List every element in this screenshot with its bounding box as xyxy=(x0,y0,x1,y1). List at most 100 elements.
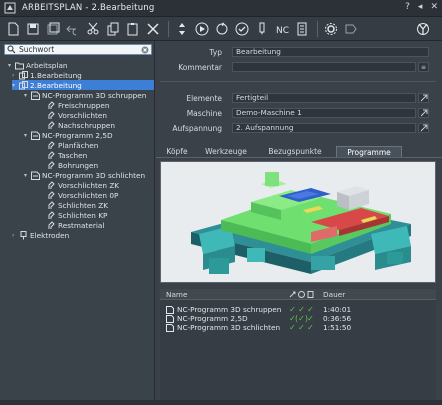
tree-node[interactable]: ▾ 2.Bearbeitung xyxy=(12,80,154,90)
tree-node[interactable]: Vorschlichten xyxy=(40,110,107,120)
tree-node[interactable]: › 1.Bearbeitung xyxy=(12,70,82,80)
program-name-cell: NC-Programm 2,5D xyxy=(160,314,288,323)
maschine-field[interactable]: Demo-Maschine 1 xyxy=(232,108,416,118)
typ-field[interactable]: Bearbeitung xyxy=(232,47,429,57)
tab-bezugspunkte[interactable]: Bezugspunkte xyxy=(254,146,336,157)
undo-icon xyxy=(66,25,77,35)
program-duration: 1:51:50 xyxy=(323,323,352,332)
search-box[interactable]: Suchwort xyxy=(4,44,152,55)
expanded-arrow-icon[interactable]: ▾ xyxy=(24,132,31,139)
help-button[interactable]: ? xyxy=(405,2,410,12)
clear-search-icon[interactable] xyxy=(141,46,149,54)
program-name: NC-Programm 3D schruppen xyxy=(177,305,282,314)
program-name: NC-Programm 3D schlichten xyxy=(177,323,281,332)
copy-button[interactable] xyxy=(104,20,122,38)
check-button[interactable] xyxy=(233,20,251,38)
export-button[interactable] xyxy=(342,20,360,38)
elemente-label: Elemente xyxy=(186,94,222,103)
tool-button[interactable] xyxy=(253,20,271,38)
typ-label: Typ xyxy=(209,48,222,57)
program-row[interactable]: NC-Programm 3D schlichten ✓ ✓ ✓ 1:51:50 xyxy=(160,323,436,332)
status-check-icon: ✓ xyxy=(298,323,305,332)
tree-node-label: 2.Bearbeitung xyxy=(30,80,82,90)
sort-icon xyxy=(179,22,185,35)
tree-node-label: Schlichten ZK xyxy=(58,200,109,210)
new-button[interactable] xyxy=(4,20,22,38)
tree-node[interactable]: Restmaterial xyxy=(40,220,104,230)
scissors-icon xyxy=(87,22,99,34)
window-title: ARBEITSPLAN - 2.Bearbeitung xyxy=(22,3,155,13)
tree-node[interactable]: Schlichten ZK xyxy=(40,200,108,210)
save-as-button[interactable] xyxy=(44,20,62,38)
tree-node[interactable]: Vorschlichten 0P xyxy=(40,190,118,200)
settings-button[interactable] xyxy=(322,20,340,38)
status-check-icon: ✓ xyxy=(307,314,314,323)
kommentar-edit-button[interactable]: ≡ xyxy=(418,62,429,72)
expanded-arrow-icon[interactable]: ▾ xyxy=(12,82,19,89)
collapsed-arrow-icon[interactable]: › xyxy=(12,72,19,79)
program-duration: 0:36:56 xyxy=(323,314,352,323)
status-check-icon: ✓ xyxy=(289,323,296,332)
col-header-file-icon[interactable] xyxy=(306,290,315,298)
tree-node[interactable]: Schlichten KP xyxy=(40,210,107,220)
tab-koepfe[interactable]: Köpfe xyxy=(156,146,198,157)
tab-werkzeuge[interactable]: Werkzeuge xyxy=(198,146,254,157)
title-bar: ARBEITSPLAN - 2.Bearbeitung ? ◂ ✕ xyxy=(0,0,442,17)
model-3d-viewport[interactable] xyxy=(160,161,436,283)
status-check-icon: (✓) xyxy=(295,314,308,323)
program-name-cell: NC-Programm 3D schruppen xyxy=(160,305,288,314)
elemente-select-button[interactable] xyxy=(418,93,429,103)
close-button[interactable]: ✕ xyxy=(430,2,438,12)
tree-node[interactable]: Bohrungen xyxy=(40,160,98,170)
options-button[interactable] xyxy=(414,20,432,38)
operation-icon xyxy=(48,100,55,109)
expanded-arrow-icon[interactable]: ▾ xyxy=(8,62,15,69)
tool-icon xyxy=(259,22,265,35)
tree-node[interactable]: Freischruppen xyxy=(40,100,109,110)
new-file-icon xyxy=(8,22,19,35)
play-button[interactable] xyxy=(193,20,211,38)
maschine-select-button[interactable] xyxy=(418,108,429,118)
aufspannung-select-button[interactable] xyxy=(418,123,429,133)
search-input[interactable]: Suchwort xyxy=(19,45,141,54)
undo-button[interactable] xyxy=(64,20,82,38)
pin-button[interactable]: ◂ xyxy=(418,2,423,12)
operation-icon xyxy=(48,140,55,149)
tree-node[interactable]: Vorschlichten ZK xyxy=(40,180,119,190)
nc-button[interactable]: NC xyxy=(273,20,291,38)
col-header-dauer[interactable]: Dauer xyxy=(315,290,355,299)
tab-programme[interactable]: Programme xyxy=(336,146,402,157)
sort-button[interactable] xyxy=(173,20,191,38)
tree-node[interactable]: Nachschruppen xyxy=(40,120,115,130)
tree-node[interactable]: Taschen xyxy=(40,150,87,160)
program-row[interactable]: NC-Programm 2,5D ✓ (✓) ✓ 0:36:56 xyxy=(160,314,436,323)
collapsed-arrow-icon[interactable]: › xyxy=(12,232,19,239)
ellipsis-icon: ≡ xyxy=(420,63,427,71)
expanded-arrow-icon[interactable]: ▾ xyxy=(24,92,31,99)
col-header-tool-icon[interactable] xyxy=(288,291,297,298)
tree-node[interactable]: ▾ NC-Programm 3D schruppen xyxy=(24,90,146,100)
tree-node[interactable]: ▾ Arbeitsplan xyxy=(8,60,68,70)
tree-node[interactable]: Planfächen xyxy=(40,140,98,150)
delete-button[interactable] xyxy=(144,20,162,38)
col-header-check-icon[interactable] xyxy=(297,290,306,298)
toolbar: NC xyxy=(0,17,442,41)
kommentar-field[interactable] xyxy=(232,62,416,72)
expanded-arrow-icon[interactable]: ▾ xyxy=(24,172,31,179)
cad-model-render xyxy=(191,172,411,274)
cut-button[interactable] xyxy=(84,20,102,38)
paste-button[interactable] xyxy=(124,20,142,38)
list-button[interactable] xyxy=(293,20,311,38)
save-button[interactable] xyxy=(24,20,42,38)
delete-icon xyxy=(147,22,159,35)
operation-icon xyxy=(48,150,55,159)
paste-icon xyxy=(127,22,138,35)
aufspannung-field[interactable]: 2. Aufspannung xyxy=(232,123,416,133)
program-row[interactable]: NC-Programm 3D schruppen ✓ ✓ ✓ 1:40:01 xyxy=(160,305,436,314)
col-header-name[interactable]: Name xyxy=(160,290,288,299)
elemente-field[interactable]: Fertigteil xyxy=(232,93,416,103)
tree-node[interactable]: ▾ NC-Programm 3D schlichten xyxy=(24,170,145,180)
tree-node[interactable]: › Elektroden xyxy=(12,230,69,240)
tree-node[interactable]: ▾ NC-Programm 2,5D xyxy=(24,130,113,140)
sync-button[interactable] xyxy=(213,20,231,38)
